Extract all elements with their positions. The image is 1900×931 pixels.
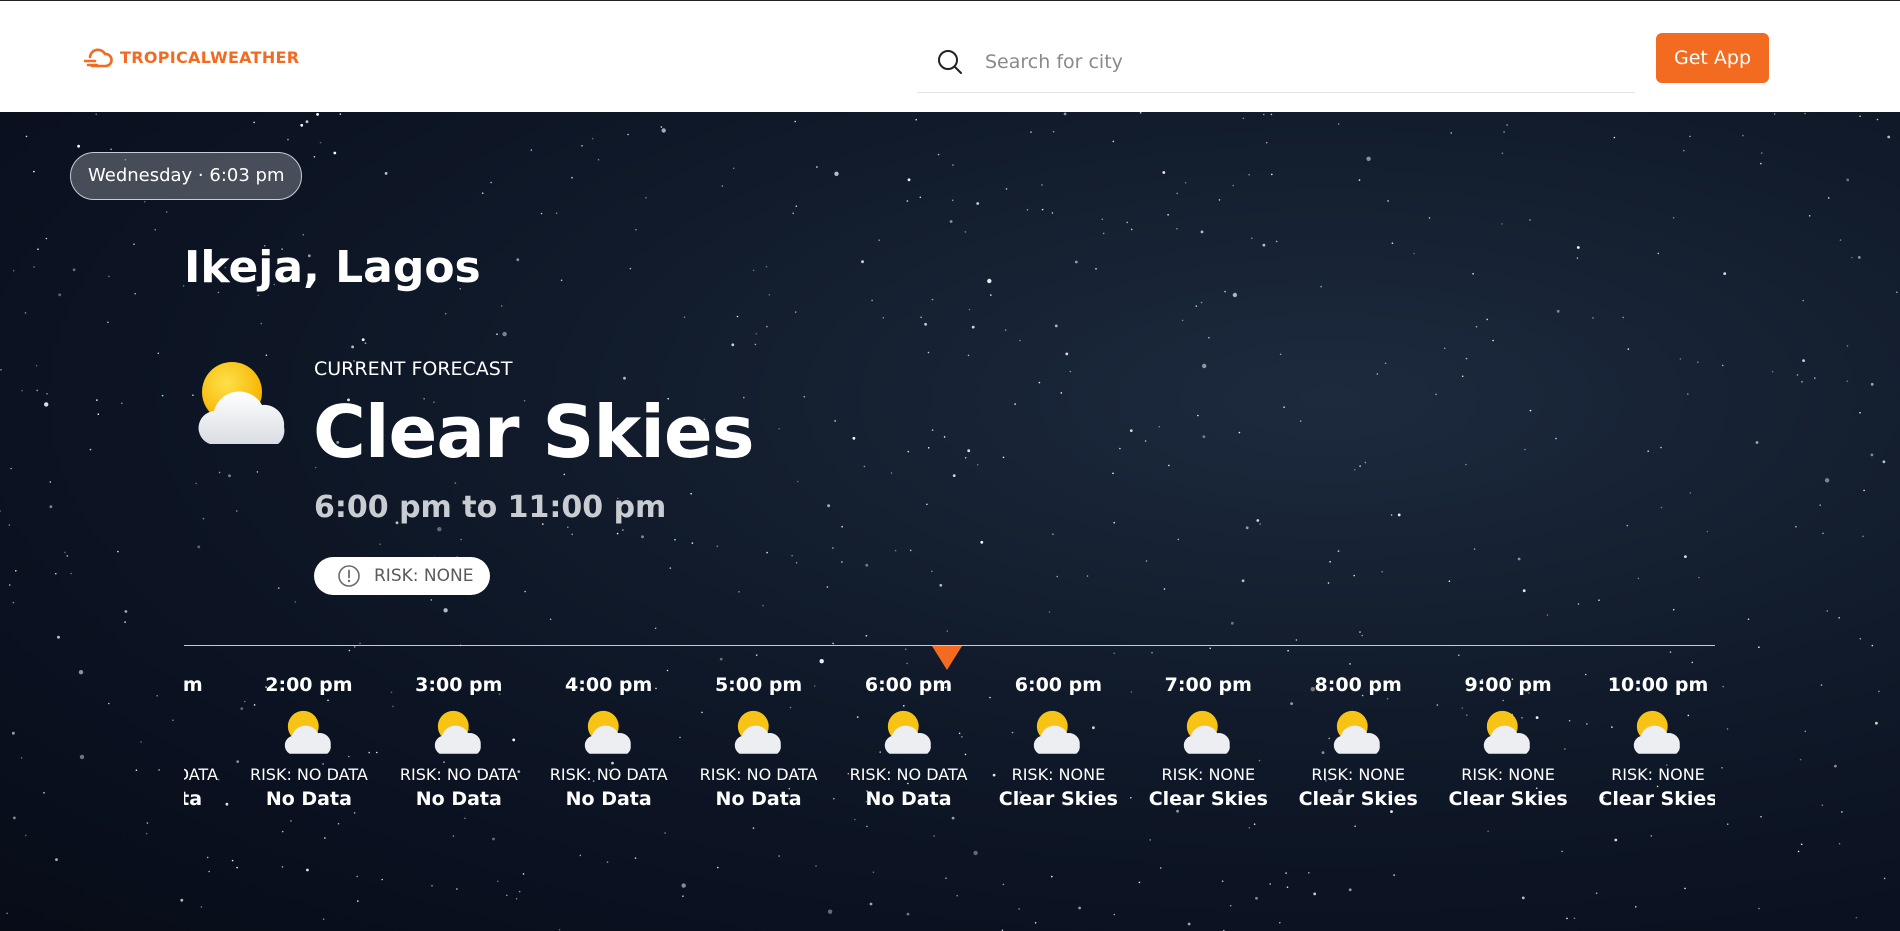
hour-condition: No Data — [715, 788, 802, 810]
hour-item[interactable]: 2:00 pm RISK: NO DATA No Data — [244, 672, 374, 811]
hour-time: 7:00 pm — [1164, 674, 1252, 696]
partly-cloudy-icon — [1483, 710, 1530, 754]
hour-condition: Clear Skies — [1598, 788, 1715, 810]
current-forecast-label: CURRENT FORECAST — [314, 358, 513, 380]
hour-condition: Clear Skies — [1298, 788, 1418, 810]
hour-condition: No Data — [265, 788, 352, 810]
hour-item[interactable]: 1:00 pm RISK: NO DATA No Data — [184, 672, 224, 811]
forecast-hero: Wednesday · 6:03 pm Ikeja, Lagos CURRENT… — [0, 112, 1900, 931]
hour-risk: RISK: NO DATA — [249, 765, 368, 784]
hour-time: 5:00 pm — [714, 674, 803, 696]
hour-item[interactable]: 6:00 pm RISK: NO DATA No Data — [844, 672, 974, 811]
hour-item[interactable]: 5:00 pm RISK: NO DATA No Data — [694, 672, 824, 811]
hour-risk: RISK: NO DATA — [549, 765, 668, 784]
hour-time: 1:00 pm — [184, 674, 203, 696]
hour-condition: No Data — [565, 788, 652, 810]
current-time-range: 6:00 pm to 11:00 pm — [314, 490, 667, 525]
hour-item[interactable]: 3:00 pm RISK: NO DATA No Data — [394, 672, 524, 811]
city-name: Ikeja, Lagos — [184, 242, 481, 293]
hour-condition: Clear Skies — [1448, 788, 1568, 810]
hour-time: 4:00 pm — [565, 674, 653, 696]
current-risk-badge: RISK: NONE — [314, 557, 490, 595]
hour-item[interactable]: 7:00 pm RISK: NONE Clear Skies — [1143, 672, 1273, 811]
logo-text: TROPICALWEATHER — [120, 47, 300, 67]
hour-risk: RISK: NO DATA — [184, 765, 218, 784]
logo[interactable]: TROPICALWEATHER — [82, 43, 299, 71]
hour-item[interactable]: 10:00 pm RISK: NONE Clear Skies — [1593, 672, 1715, 811]
hour-condition: Clear Skies — [1148, 788, 1268, 810]
hour-risk: RISK: NONE — [1461, 765, 1555, 784]
hour-time: 2:00 pm — [265, 674, 353, 696]
hour-risk: RISK: NONE — [1311, 765, 1405, 784]
partly-cloudy-icon — [1184, 710, 1231, 754]
search-icon[interactable] — [935, 47, 965, 77]
alert-circle-icon — [338, 565, 360, 587]
date-time-badge: Wednesday · 6:03 pm — [70, 152, 303, 200]
hour-risk: RISK: NO DATA — [849, 765, 968, 784]
hour-time: 8:00 pm — [1314, 674, 1402, 696]
hourly-forecast-strip[interactable]: 1:00 pm RISK: NO DATA No Data 2:00 pm RISK: … — [184, 672, 1715, 852]
hour-time: 10:00 pm — [1607, 674, 1709, 696]
partly-cloudy-icon — [584, 710, 631, 754]
partly-cloudy-icon — [884, 710, 931, 754]
hour-risk: RISK: NONE — [1611, 765, 1705, 784]
hour-condition: No Data — [184, 788, 203, 810]
hour-risk: RISK: NONE — [1011, 765, 1106, 784]
hour-condition: No Data — [415, 788, 502, 810]
hour-condition: No Data — [865, 788, 952, 810]
partly-cloudy-icon — [284, 710, 331, 754]
hour-item[interactable]: 8:00 pm RISK: NONE Clear Skies — [1293, 672, 1423, 811]
hour-time: 6:00 pm — [1014, 674, 1103, 696]
search-input[interactable] — [985, 50, 1585, 73]
partly-cloudy-icon — [184, 700, 191, 764]
hour-item[interactable]: 4:00 pm RISK: NO DATA No Data — [544, 672, 674, 811]
hour-condition: Clear Skies — [998, 788, 1118, 810]
hour-risk: RISK: NO DATA — [699, 765, 818, 784]
search-bar — [917, 31, 1635, 93]
hour-risk: RISK: NONE — [1161, 765, 1256, 784]
get-app-button[interactable]: Get App — [1656, 33, 1769, 83]
logo-icon — [83, 48, 113, 68]
partly-cloudy-icon — [1633, 710, 1680, 754]
hour-time: 9:00 pm — [1464, 674, 1552, 696]
partly-cloudy-icon — [734, 710, 781, 754]
hour-item[interactable]: 6:00 pm RISK: NONE Clear Skies — [993, 672, 1123, 811]
partly-cloudy-icon — [198, 362, 285, 444]
current-time-marker-icon — [932, 646, 962, 670]
current-condition: Clear Skies — [313, 390, 755, 474]
partly-cloudy-icon — [1034, 710, 1081, 754]
hour-risk: RISK: NO DATA — [399, 765, 518, 784]
site-header: TROPICALWEATHER Get App — [0, 0, 1900, 112]
hour-time: 6:00 pm — [864, 674, 953, 696]
hour-item[interactable]: 9:00 pm RISK: NONE Clear Skies — [1443, 672, 1573, 811]
hour-time: 3:00 pm — [415, 674, 503, 696]
partly-cloudy-icon — [434, 710, 481, 754]
partly-cloudy-icon — [1333, 710, 1381, 754]
current-risk-text: RISK: NONE — [374, 566, 474, 586]
